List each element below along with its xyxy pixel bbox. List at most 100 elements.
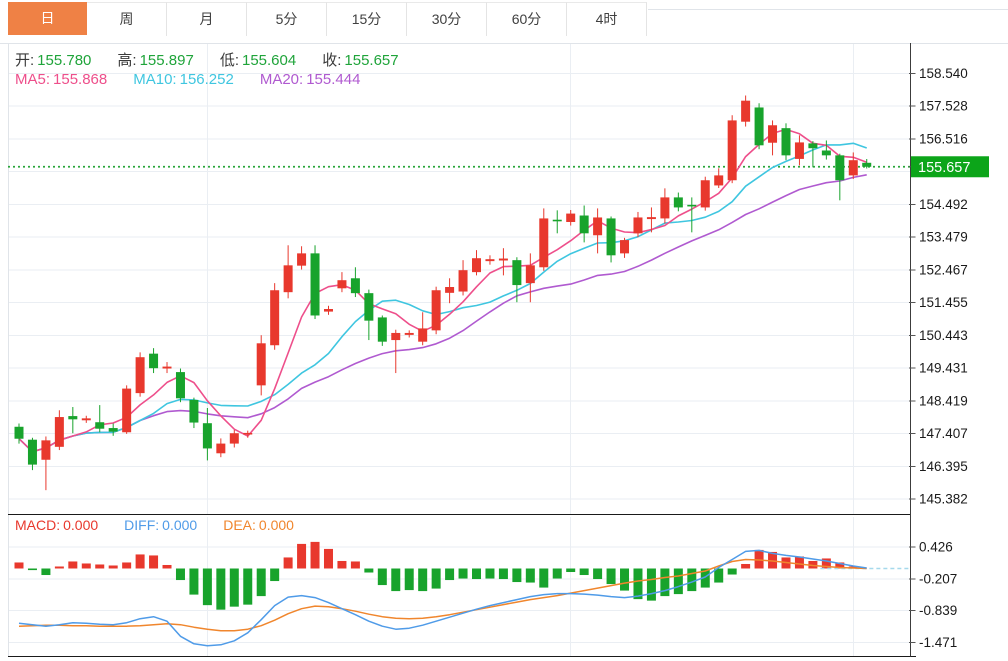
macd-histogram-bar <box>337 561 346 569</box>
candle-body <box>297 253 306 265</box>
candle-body <box>109 428 118 432</box>
candle-body <box>620 240 629 253</box>
diff-line <box>19 550 867 645</box>
macd-histogram-bar <box>741 564 750 569</box>
macd-histogram-bar <box>122 562 131 568</box>
candle-body <box>849 160 858 175</box>
macd-histogram-bar <box>297 544 306 569</box>
price-tick-label: 156.516 <box>919 131 968 146</box>
candle-body <box>311 253 320 315</box>
candle-body <box>337 280 346 288</box>
candle-body <box>243 433 252 435</box>
candle-body <box>512 260 521 285</box>
macd-histogram-bar <box>109 565 118 568</box>
ma-legend-label: MA20: <box>260 71 303 88</box>
macd-histogram-bar <box>418 569 427 592</box>
ohlc-legend-label: 开: <box>15 52 34 69</box>
macd-histogram-bar <box>499 569 508 580</box>
candle-body <box>580 216 589 234</box>
macd-histogram-bar <box>324 549 333 569</box>
candle-body <box>351 278 360 293</box>
tab-timeframe-2[interactable]: 月 <box>167 2 247 36</box>
candle-body <box>284 265 293 292</box>
candle-body <box>687 205 696 207</box>
price-tick-label: 146.395 <box>919 459 968 474</box>
macd-histogram-bar <box>485 569 494 579</box>
macd-histogram-bar <box>243 569 252 605</box>
macd-histogram-bar <box>378 569 387 586</box>
macd-histogram-bar <box>189 569 198 595</box>
macd-histogram-bar <box>512 569 521 583</box>
price-tick-label: 148.419 <box>919 393 968 408</box>
price-tick-label: 147.407 <box>919 426 968 441</box>
macd-histogram-bar <box>607 569 616 585</box>
candle-body <box>230 433 239 443</box>
ma5-line <box>19 129 867 451</box>
macd-histogram-bar <box>270 569 279 582</box>
candle-body <box>364 293 373 320</box>
macd-histogram-bar <box>82 563 91 568</box>
candle-body <box>701 180 710 207</box>
candle-body <box>768 125 777 142</box>
candle-body <box>163 367 172 369</box>
ohlc-legend-value: 155.897 <box>140 52 194 69</box>
macd-histogram-bar <box>149 555 158 568</box>
timeframe-tabbar: 日周月5分15分30分60分4时 <box>8 2 647 36</box>
ohlc-legend-value: 155.780 <box>37 52 91 69</box>
tab-timeframe-0[interactable]: 日 <box>8 2 87 35</box>
chart-canvas[interactable]: 158.540157.528156.516154.492153.479152.4… <box>0 0 1008 661</box>
ma-legend-label: MA10: <box>133 71 176 88</box>
candle-body <box>216 444 225 454</box>
candle-body <box>714 175 723 185</box>
tab-timeframe-4[interactable]: 15分 <box>327 2 407 36</box>
macd-legend-value: 0.000 <box>63 517 98 533</box>
candle-body <box>741 101 750 122</box>
macd-histogram-bar <box>68 561 77 568</box>
candle-body <box>68 416 77 419</box>
macd-histogram-bar <box>163 565 172 569</box>
ma10-line <box>19 143 867 451</box>
macd-histogram-bar <box>647 569 656 601</box>
macd-histogram-bar <box>795 556 804 568</box>
candle-body <box>633 217 642 233</box>
candle-body <box>136 357 145 393</box>
candle-body <box>418 328 427 341</box>
ma-legend-value: 155.868 <box>53 71 107 88</box>
price-tick-label: 157.528 <box>919 99 968 114</box>
macd-histogram-bar <box>230 569 239 607</box>
macd-histogram-bar <box>566 569 575 573</box>
candle-body <box>324 309 333 312</box>
macd-histogram-bar <box>284 557 293 568</box>
macd-histogram-bar <box>55 566 64 568</box>
candle-body <box>755 107 764 145</box>
ma-legend-value: 156.252 <box>180 71 234 88</box>
macd-histogram-bar <box>553 569 562 579</box>
tab-timeframe-3[interactable]: 5分 <box>247 2 327 36</box>
price-tick-label: 154.492 <box>919 197 968 212</box>
candle-body <box>82 418 91 420</box>
candle-body <box>728 120 737 180</box>
tab-timeframe-5[interactable]: 30分 <box>407 2 487 36</box>
candle-body <box>391 333 400 340</box>
macd-histogram-bar <box>620 569 629 591</box>
macd-histogram-bar <box>216 569 225 610</box>
candle-body <box>149 354 158 369</box>
macd-legend-value: 0.000 <box>162 517 197 533</box>
tab-timeframe-1[interactable]: 周 <box>87 2 167 36</box>
macd-histogram-bar <box>445 569 454 581</box>
candle-body <box>607 218 616 255</box>
tab-timeframe-6[interactable]: 60分 <box>487 2 567 36</box>
candle-body <box>122 389 131 433</box>
macd-histogram-bar <box>580 569 589 576</box>
macd-tick-label: 0.426 <box>919 540 953 555</box>
ohlc-legend: 开:155.780高:155.897低:155.604收:155.657 <box>15 49 425 70</box>
candle-body <box>55 417 64 447</box>
candle-body <box>862 163 871 167</box>
candle-body <box>15 427 24 439</box>
ohlc-legend-value: 155.657 <box>344 52 398 69</box>
macd-tick-label: -0.839 <box>919 603 957 618</box>
macd-histogram-bar <box>257 569 266 597</box>
price-tick-label: 150.443 <box>919 328 968 343</box>
macd-histogram-bar <box>176 569 185 581</box>
tab-timeframe-7[interactable]: 4时 <box>567 2 647 36</box>
